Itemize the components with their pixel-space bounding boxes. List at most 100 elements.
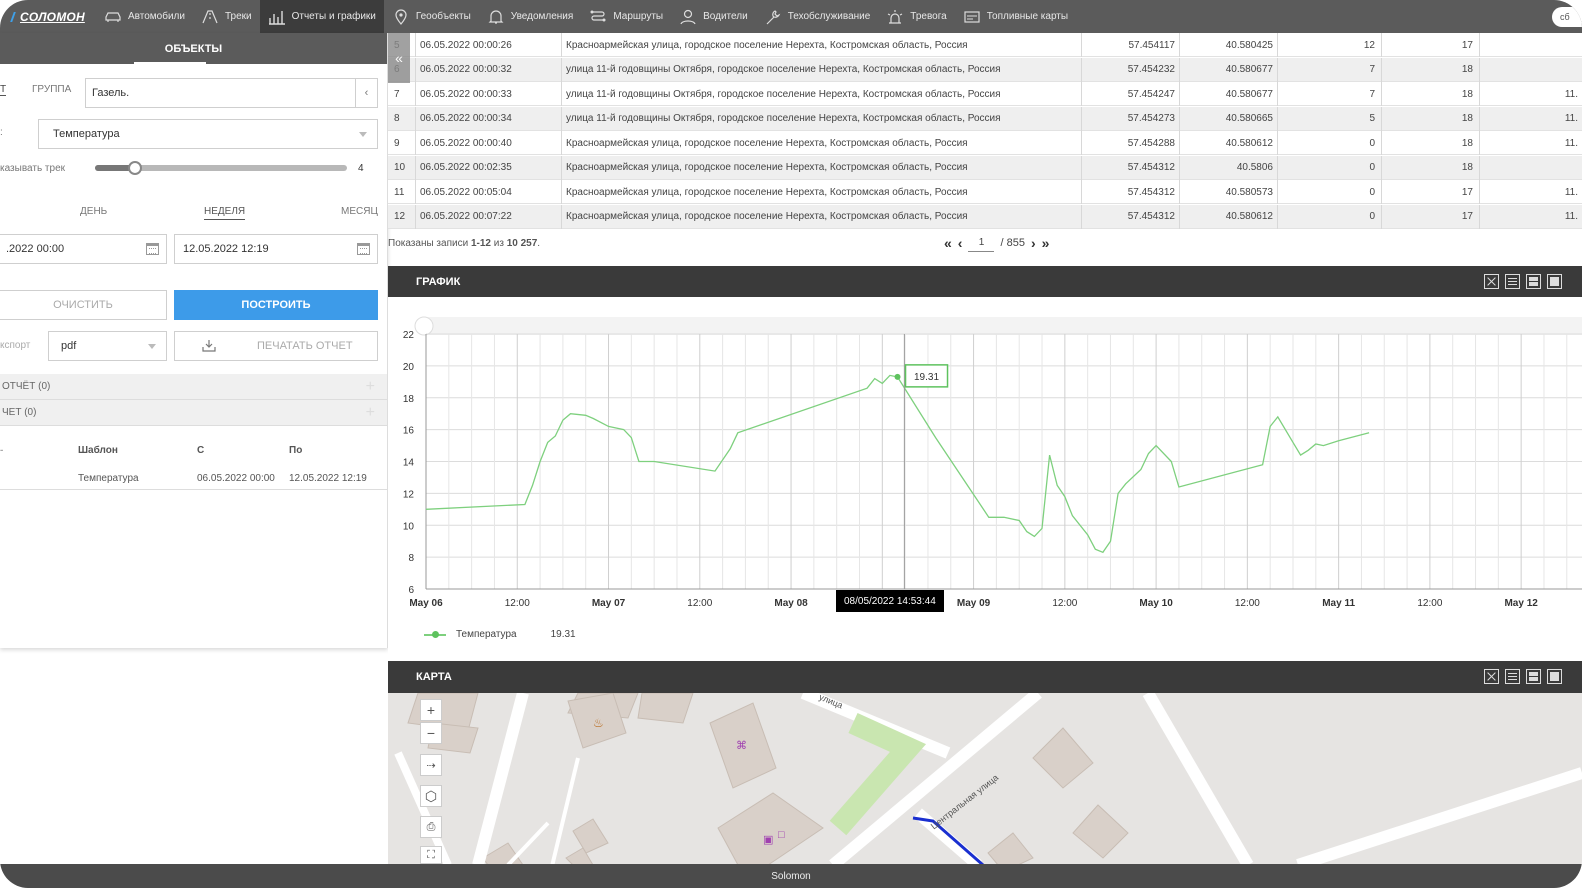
calendar-icon[interactable] [357, 243, 370, 255]
row-speed: 0 [1278, 155, 1382, 180]
report-section-1[interactable]: ОТЧЁТ (0) + [0, 374, 387, 400]
row-latitude: 57.454232 [1082, 57, 1180, 82]
nav-item-route[interactable]: Маршруты [581, 0, 671, 33]
export-format-select[interactable]: pdf [48, 331, 167, 361]
report-select[interactable]: Температура [38, 119, 378, 149]
period-week-tab[interactable]: НЕДЕЛЯ [204, 206, 246, 220]
building [717, 792, 824, 865]
table-row[interactable]: 9 06.05.2022 00:00:40 Красноармейская улиц… [388, 131, 1582, 155]
row-speed: 0 [1278, 204, 1382, 229]
zoom-in-button[interactable]: + [420, 699, 442, 721]
chart-scrollbar[interactable] [426, 317, 1582, 335]
route-icon [589, 9, 607, 25]
measure-tool-button[interactable]: ⇢ [420, 754, 442, 776]
bell-icon [487, 9, 505, 25]
group-back-button[interactable]: ‹ [355, 79, 377, 107]
building [637, 693, 694, 724]
print-report-button[interactable]: ПЕЧАТАТЬ ОТЧЕТ [174, 331, 378, 361]
table-row[interactable]: 10 06.05.2022 00:02:35 Красноармейская ули… [388, 155, 1582, 180]
nav-item-wrench[interactable]: Техобслуживание [756, 0, 879, 33]
pager-info-total: 10 257 [506, 238, 538, 249]
table-row[interactable]: 606.05.2022 00:00:32улица 11-й годовщины… [388, 57, 1582, 82]
nav-item-track[interactable]: Треки [193, 0, 260, 33]
row-number: 7 [388, 82, 416, 106]
row-date: 06.05.2022 00:07:22 [416, 204, 562, 229]
table-row[interactable]: 506.05.2022 00:00:26Красноармейская улиц… [388, 33, 1582, 57]
chart-legend[interactable]: Температура 19.31 [424, 629, 576, 640]
tab-left-label[interactable]: Т [0, 84, 7, 96]
chevron-down-icon [148, 344, 156, 349]
report-section-1-label: ОТЧЁТ (0) [2, 381, 51, 392]
table-row[interactable]: 8 06.05.2022 00:00:34 улица 11-й годовщины… [388, 106, 1582, 131]
temperature-chart[interactable]: 6 8 10 12 14 16 18 20 22 May 06 12:00 May 07 12:00 Ma… [388, 297, 1582, 661]
track-slider-handle[interactable] [128, 161, 142, 175]
date-to-input[interactable]: 12.05.2022 12:19 [174, 234, 378, 264]
series-line-temperature[interactable] [425, 374, 1370, 554]
last-page-icon[interactable]: » [1042, 235, 1050, 251]
close-icon[interactable] [1484, 669, 1499, 684]
date-from-input[interactable]: .2022 00:00 [0, 234, 167, 264]
table-row[interactable]: 7 06.05.2022 00:00:33 улица 11-й годовщины… [388, 82, 1582, 106]
map-panel-title: КАРТА [416, 671, 452, 683]
footer: Solomon [0, 864, 1582, 888]
nav-item-chart[interactable]: Отчеты и графики [259, 0, 384, 33]
calendar-icon[interactable] [146, 243, 159, 255]
map-view[interactable]: Центральная улица улица ♨ ⌘ ▣ □ [388, 693, 1582, 865]
next-page-icon[interactable]: › [1031, 235, 1036, 251]
hover-point[interactable] [894, 373, 901, 380]
fullscreen-button[interactable]: ⛶ [420, 846, 442, 864]
nav-item-geo-pin[interactable]: Геообъекты [384, 0, 479, 33]
objects-header[interactable]: ОБЪЕКТЫ [0, 33, 387, 64]
split-view-icon[interactable] [1526, 669, 1541, 684]
clear-button[interactable]: ОЧИСТИТЬ [0, 290, 167, 320]
map-canvas[interactable]: Центральная улица улица ♨ ⌘ ▣ □ [388, 693, 1582, 865]
plus-icon[interactable]: + [366, 378, 375, 396]
nav-item-card[interactable]: Топливные карты [955, 0, 1076, 33]
maximize-icon[interactable] [1547, 274, 1562, 289]
print-report-label: ПЕЧАТАТЬ ОТЧЕТ [257, 340, 353, 352]
row-date: 06.05.2022 00:00:26 [416, 33, 562, 57]
row-latitude: 57.454247 [1082, 82, 1180, 106]
fire-icon: ♨ [593, 716, 604, 730]
logo[interactable]: СОЛОМОН [0, 0, 96, 33]
row-date: 06.05.2022 00:05:04 [416, 180, 562, 204]
polygon-tool-button[interactable]: ⬡ [420, 785, 442, 807]
nav-item-car[interactable]: Автомобили [96, 0, 193, 33]
build-button[interactable]: ПОСТРОИТЬ [174, 290, 378, 320]
report-label: : [0, 127, 3, 138]
x-tick-label: May 10 [1139, 598, 1173, 609]
nav-item-bell[interactable]: Уведомления [479, 0, 582, 33]
split-view-icon[interactable] [1526, 274, 1541, 289]
period-day-tab[interactable]: ДЕНЬ [80, 206, 107, 217]
report-section-2[interactable]: ЧЕТ (0) + [0, 400, 387, 426]
close-icon[interactable] [1484, 274, 1499, 289]
row-speed: 7 [1278, 82, 1382, 106]
nav-item-user[interactable]: Водители [671, 0, 756, 33]
page-input[interactable]: 1 [968, 234, 995, 252]
row-extra: 11. [1564, 211, 1578, 222]
list-view-icon[interactable] [1505, 274, 1520, 289]
maximize-icon[interactable] [1547, 669, 1562, 684]
date-to-value: 12.05.2022 12:19 [183, 243, 269, 255]
hover-tooltip-value: 19.31 [914, 372, 939, 383]
report-select-value: Температура [53, 128, 120, 140]
group-input[interactable]: Газель. ‹ [85, 78, 378, 108]
table-row[interactable]: 12 06.05.2022 00:07:22 Красноармейская ули… [388, 204, 1582, 229]
user-badge[interactable]: сб [1552, 6, 1582, 27]
nav-item-alarm[interactable]: Тревога [878, 0, 954, 33]
list-view-icon[interactable] [1505, 669, 1520, 684]
plus-icon[interactable]: + [366, 404, 375, 422]
print-map-button[interactable]: ⎙ [420, 816, 442, 838]
period-month-tab[interactable]: МЕСЯЦ [341, 206, 378, 217]
collapse-panel-button[interactable]: « [388, 33, 410, 83]
chart-scroll-handle[interactable] [414, 316, 434, 336]
row-number: 9 [388, 131, 416, 155]
first-page-icon[interactable]: « [944, 235, 952, 251]
report-section-2-label: ЧЕТ (0) [2, 407, 37, 418]
row-number: 10 [388, 155, 416, 180]
group-label: ГРУППА [32, 84, 72, 95]
table-row[interactable]: 11 06.05.2022 00:05:04 Красноармейская ули… [388, 180, 1582, 204]
zoom-out-button[interactable]: − [420, 722, 442, 744]
show-track-label: казывать трек [0, 163, 66, 174]
prev-page-icon[interactable]: ‹ [958, 235, 963, 251]
